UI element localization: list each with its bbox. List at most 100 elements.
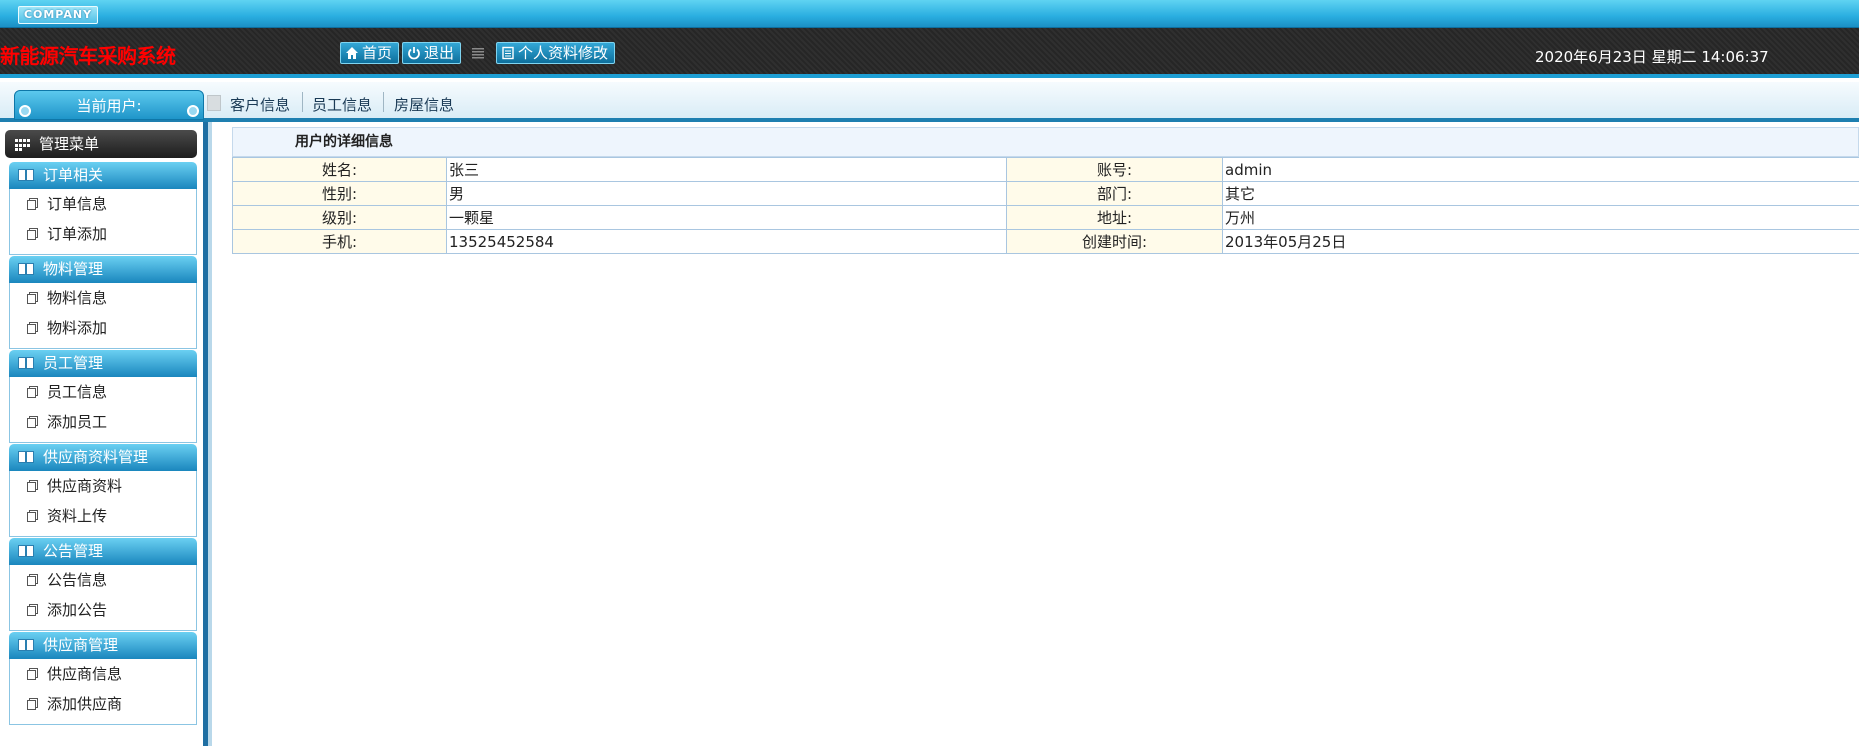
menu-group-materials: 物料管理 物料信息 物料添加 [9,256,197,349]
menu-group-notices: 公告管理 公告信息 添加公告 [9,538,197,631]
menu-item-label: 添加供应商 [47,695,123,713]
page-icon [27,228,38,240]
menu-item-label: 员工信息 [47,383,108,401]
sidebar: 管理菜单 订单相关 订单信息 订单添加 物料管理 物料信息 物料添加 员工管理 … [0,122,208,746]
field-value: 男 [446,181,1007,206]
menu-item-material-add[interactable]: 物料添加 [10,313,196,343]
menu-item-label: 添加公告 [47,601,108,619]
table-row: 手机: 13525452584 创建时间: 2013年05月25日 [232,229,1859,254]
profile-edit-button-label: 个人资料修改 [518,44,609,62]
menu-group-title[interactable]: 员工管理 [9,350,197,377]
menu-group-title[interactable]: 供应商资料管理 [9,444,197,471]
menu-item-supplier-info[interactable]: 供应商信息 [10,659,196,689]
menu-item-supplier-add[interactable]: 添加供应商 [10,689,196,719]
menu-item-label: 公告信息 [47,571,108,589]
page-icon [27,386,38,398]
page-icon [27,668,38,680]
field-value: 一颗星 [446,205,1007,230]
menu-group-label: 供应商资料管理 [43,448,149,466]
page-icon [27,416,38,428]
book-icon [18,639,34,651]
main-content: 用户的详细信息 姓名: 张三 账号: admin 性别: 男 部门: 其它 级别… [212,122,1859,746]
field-label: 创建时间: [1006,229,1223,254]
logout-button[interactable]: 退出 [402,42,462,64]
datetime: 2020年6月23日 星期二 14:06:37 [1535,48,1769,66]
book-icon [18,169,34,181]
field-label: 级别: [232,205,447,230]
tab-knob-icon [187,105,199,117]
menu-group-body: 物料信息 物料添加 [9,283,197,349]
home-button-label: 首页 [362,44,393,62]
menu-group-title[interactable]: 物料管理 [9,256,197,283]
menu-group-body: 订单信息 订单添加 [9,189,197,255]
header-bar: 新能源汽车采购系统 首页 退出 个人资料修改 2020年6月23日 星期二 14… [0,28,1859,78]
field-label: 手机: [232,229,447,254]
menu-item-label: 添加员工 [47,413,108,431]
divider [383,92,384,112]
menu-item-label: 资料上传 [47,507,108,525]
menu-group-body: 供应商信息 添加供应商 [9,659,197,725]
menu-group-label: 员工管理 [43,354,104,372]
menu-header: 管理菜单 [5,130,197,158]
menu-item-supplier-docs[interactable]: 供应商资料 [10,471,196,501]
home-button[interactable]: 首页 [340,42,400,64]
book-icon [18,357,34,369]
menu-item-notice-add[interactable]: 添加公告 [10,595,196,625]
menu-group-label: 订单相关 [43,166,104,184]
page-icon [27,480,38,492]
list-icon [472,48,484,59]
menu-item-material-info[interactable]: 物料信息 [10,283,196,313]
field-label: 账号: [1006,157,1223,182]
menu-item-label: 供应商信息 [47,665,123,683]
field-value: 13525452584 [446,229,1007,254]
field-value: 2013年05月25日 [1222,229,1859,254]
field-value: 万州 [1222,205,1859,230]
tab-knob-icon [19,105,31,117]
detail-title: 用户的详细信息 [232,127,1859,157]
menu-group-title[interactable]: 公告管理 [9,538,197,565]
menu-group-suppliers: 供应商管理 供应商信息 添加供应商 [9,632,197,725]
menu-group-staff: 员工管理 员工信息 添加员工 [9,350,197,443]
page-icon [27,198,38,210]
menu-item-staff-info[interactable]: 员工信息 [10,377,196,407]
field-value: admin [1222,157,1859,182]
current-user-label: 当前用户: [76,97,142,115]
page-icon [27,510,38,522]
page-icon [27,604,38,616]
company-logo: COMPANY [18,6,98,24]
power-icon [408,47,420,60]
sub-bar: 当前用户: 客户信息 员工信息 房屋信息 [0,82,1859,122]
menu-item-label: 订单信息 [47,195,108,213]
divider [302,92,303,112]
sublink-staff-info[interactable]: 员工信息 [312,94,372,115]
sublink-customer-info[interactable]: 客户信息 [230,94,290,115]
menu-item-docs-upload[interactable]: 资料上传 [10,501,196,531]
menu-item-order-add[interactable]: 订单添加 [10,219,196,249]
menu-group-title[interactable]: 供应商管理 [9,632,197,659]
menu-item-label: 物料信息 [47,289,108,307]
field-label: 性别: [232,181,447,206]
menu-item-label: 物料添加 [47,319,108,337]
profile-edit-button[interactable]: 个人资料修改 [496,42,616,64]
page-icon [27,574,38,586]
table-row: 性别: 男 部门: 其它 [232,181,1859,206]
menu-group-supplier-docs: 供应商资料管理 供应商资料 资料上传 [9,444,197,537]
field-label: 姓名: [232,157,447,182]
page-icon [27,292,38,304]
field-value: 张三 [446,157,1007,182]
book-icon [18,545,34,557]
menu-item-staff-add[interactable]: 添加员工 [10,407,196,437]
menu-item-order-info[interactable]: 订单信息 [10,189,196,219]
document-icon [502,46,514,60]
menu-group-body: 公告信息 添加公告 [9,565,197,631]
grid-icon [15,139,30,151]
logout-button-label: 退出 [424,44,455,62]
sublink-house-info[interactable]: 房屋信息 [394,94,454,115]
field-label: 地址: [1006,205,1223,230]
menu-group-orders: 订单相关 订单信息 订单添加 [9,162,197,255]
menu-item-notice-info[interactable]: 公告信息 [10,565,196,595]
app-title: 新能源汽车采购系统 [0,44,176,68]
menu-group-title[interactable]: 订单相关 [9,162,197,189]
menu-title: 管理菜单 [39,135,100,153]
book-icon [18,451,34,463]
